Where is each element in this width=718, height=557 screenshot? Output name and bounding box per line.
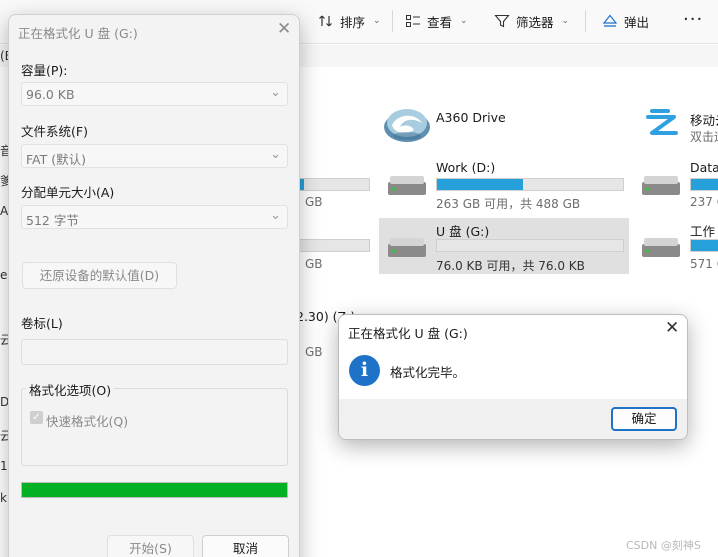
sidebar-fragment[interactable]: k [0,491,7,505]
view-label: 查看 [427,14,453,30]
drive-name: A360 Drive [436,110,506,125]
chevron-down-icon: ⌄ [460,16,468,26]
sidebar-fragment[interactable]: A [0,204,8,218]
drive-name: Work (D:) [436,160,496,175]
watermark: CSDN @刻神S [626,539,701,552]
filesystem-value: FAT (默认) [26,152,86,167]
drive-usage-bar [436,178,624,191]
quick-format-label: 快速格式化(Q) [46,414,129,429]
filter-button[interactable]: 筛选器 ⌄ [494,10,569,32]
drive-name: U 盘 (G:) [436,224,490,239]
drive-info: GB [305,345,323,359]
more-options-icon[interactable]: ··· [683,9,703,30]
chevron-down-icon: ⌄ [561,16,570,26]
drive-usage-fill [691,179,718,190]
toolbar-divider [392,10,393,32]
allocation-value: 512 字节 [26,213,79,228]
format-complete-dialog: 正在格式化 U 盘 (G:) ✕ i 格式化完毕。 确定 [338,314,688,440]
filesystem-select[interactable]: FAT (默认) ⌄ [21,144,288,168]
drive-usage-bar [296,178,370,191]
message-text: 格式化完毕。 [390,365,466,380]
sort-label: 排序 [340,14,366,30]
start-button[interactable]: 开始(S) [107,535,194,557]
drive-info: GB [305,257,323,271]
sort-icon [319,15,332,27]
volume-label-input[interactable] [21,339,288,365]
eject-icon [602,14,618,27]
info-icon: i [349,355,380,386]
close-icon[interactable]: ✕ [665,318,679,338]
eject-label: 弹出 [624,14,650,30]
format-options-label: 格式化选项(O) [26,380,115,399]
drive-info: 76.0 KB 可用，共 76.0 KB [436,259,585,273]
a360-drive-icon [384,109,430,142]
usb-drive-icon [388,238,426,257]
view-button[interactable]: 查看 ⌄ [405,10,468,32]
capacity-label: 容量(P): [21,63,68,78]
drive-name: 移动云 [690,113,718,128]
chevron-down-icon: ⌄ [373,16,381,26]
hard-drive-icon [642,238,680,257]
drive-info: 双击运 [690,130,718,144]
volume-label-label: 卷标(L) [21,316,63,331]
filesystem-label: 文件系统(F) [21,124,88,139]
drive-usage-bar [690,178,718,191]
dialog-title: 正在格式化 U 盘 (G:) [18,26,138,41]
capacity-value: 96.0 KB [26,87,75,102]
drive-usage-bar [690,239,718,252]
drive-info: 237 G [690,195,718,209]
chevron-down-icon: ⌄ [270,85,281,100]
sidebar-fragment[interactable]: 1 [0,459,8,473]
format-progress-fill [22,483,287,497]
drive-name: 工作 [690,224,716,239]
restore-defaults-button[interactable]: 还原设备的默认值(D) [22,262,177,289]
drive-usage-bar [436,239,624,252]
allocation-label: 分配单元大小(A) [21,185,115,200]
drive-info: 263 GB 可用，共 488 GB [436,197,581,211]
filter-icon [494,14,510,28]
format-dialog: 正在格式化 U 盘 (G:) ✕ 容量(P): 96.0 KB ⌄ 文件系统(F… [8,14,300,557]
mobile-cloud-icon [646,109,678,135]
drive-usage-fill [691,240,718,251]
close-icon[interactable]: ✕ [277,19,291,39]
allocation-select[interactable]: 512 字节 ⌄ [21,205,288,229]
drive-usage-bar [296,239,370,252]
drive-info: 571 G [690,257,718,271]
cancel-button[interactable]: 取消 [202,535,289,557]
quick-format-checkbox[interactable]: ✓ [30,411,43,424]
toolbar-divider [585,10,586,32]
chevron-down-icon: ⌄ [270,208,281,223]
hard-drive-icon [642,176,680,195]
filter-label: 筛选器 [516,14,554,30]
view-icon [406,15,420,27]
hard-drive-icon [388,176,426,195]
drive-usage-fill [437,179,523,190]
eject-button[interactable]: 弹出 [602,10,649,32]
drive-info: GB [305,195,323,209]
dialog-title: 正在格式化 U 盘 (G:) [348,326,468,341]
drive-name: Data [690,160,718,175]
ok-button[interactable]: 确定 [611,407,677,431]
capacity-select[interactable]: 96.0 KB ⌄ [21,82,288,106]
chevron-down-icon: ⌄ [270,147,281,162]
format-progress-bar [21,482,288,498]
sort-button[interactable]: 排序 ⌄ [318,10,381,32]
